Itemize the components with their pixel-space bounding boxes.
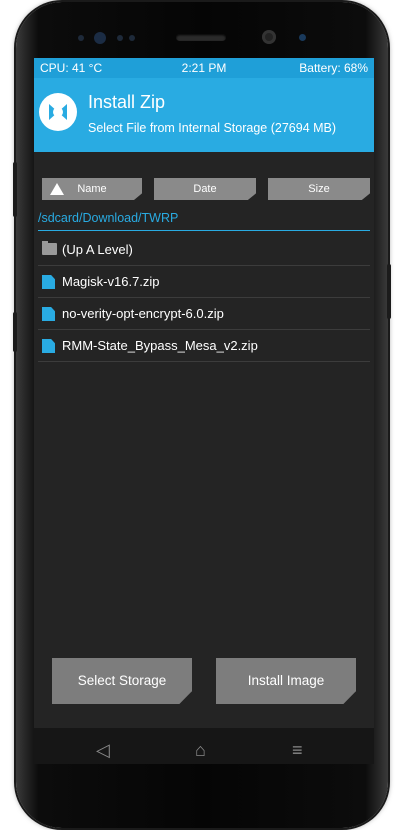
- sort-size-label: Size: [308, 183, 330, 195]
- front-camera: [262, 30, 276, 44]
- list-item-file[interactable]: no-verity-opt-encrypt-6.0.zip: [38, 298, 370, 330]
- install-image-button[interactable]: Install Image: [216, 658, 356, 704]
- list-item-label: RMM-State_Bypass_Mesa_v2.zip: [62, 338, 258, 353]
- sort-ascending-icon: [50, 183, 64, 195]
- sort-by-date-button[interactable]: Date: [154, 178, 256, 200]
- twrp-screen: CPU: 41 °C 2:21 PM Battery: 68% Install …: [34, 58, 374, 764]
- file-icon: [42, 307, 55, 321]
- sensor-dot: [94, 32, 106, 44]
- list-item-label: no-verity-opt-encrypt-6.0.zip: [62, 306, 224, 321]
- twrp-logo-icon: [39, 93, 77, 131]
- home-icon[interactable]: ⌂: [195, 740, 206, 761]
- sort-name-label: Name: [77, 183, 107, 195]
- power-button: [387, 264, 391, 319]
- bixby-button: [13, 312, 17, 352]
- file-icon: [42, 339, 55, 353]
- sensor-dot: [117, 35, 123, 41]
- list-item-label: (Up A Level): [62, 242, 133, 257]
- volume-button: [13, 162, 17, 217]
- back-icon[interactable]: ◁: [96, 740, 110, 761]
- current-path: /sdcard/Download/TWRP: [38, 208, 370, 231]
- sort-date-label: Date: [193, 183, 217, 195]
- page-title: Install Zip: [88, 92, 166, 112]
- page-subtitle: Select File from Internal Storage (27694…: [88, 121, 337, 135]
- menu-icon[interactable]: ≡: [292, 740, 303, 761]
- sort-bar: Name Date Size: [38, 178, 370, 202]
- list-item-file[interactable]: RMM-State_Bypass_Mesa_v2.zip: [38, 330, 370, 362]
- navigation-bar: ◁ ⌂ ≡: [34, 728, 374, 764]
- folder-icon: [42, 241, 57, 255]
- list-item-file[interactable]: Magisk-v16.7.zip: [38, 266, 370, 298]
- sensor-dot: [129, 35, 135, 41]
- battery-level: Battery: 68%: [299, 61, 368, 75]
- file-list: (Up A Level) Magisk-v16.7.zip no-verity-…: [38, 234, 370, 362]
- sensor-dot: [78, 35, 84, 41]
- list-item-up-level[interactable]: (Up A Level): [38, 234, 370, 266]
- file-icon: [42, 275, 55, 289]
- phone-top-bar: [16, 2, 388, 58]
- earpiece-speaker: [176, 34, 226, 41]
- list-item-label: Magisk-v16.7.zip: [62, 274, 160, 289]
- sort-by-size-button[interactable]: Size: [268, 178, 370, 200]
- sort-by-name-button[interactable]: Name: [42, 178, 142, 200]
- iris-sensor: [299, 34, 306, 41]
- page-header: Install Zip Select File from Internal St…: [34, 78, 374, 152]
- select-storage-button[interactable]: Select Storage: [52, 658, 192, 704]
- status-bar: CPU: 41 °C 2:21 PM Battery: 68%: [34, 58, 374, 78]
- phone-frame: CPU: 41 °C 2:21 PM Battery: 68% Install …: [13, 2, 391, 828]
